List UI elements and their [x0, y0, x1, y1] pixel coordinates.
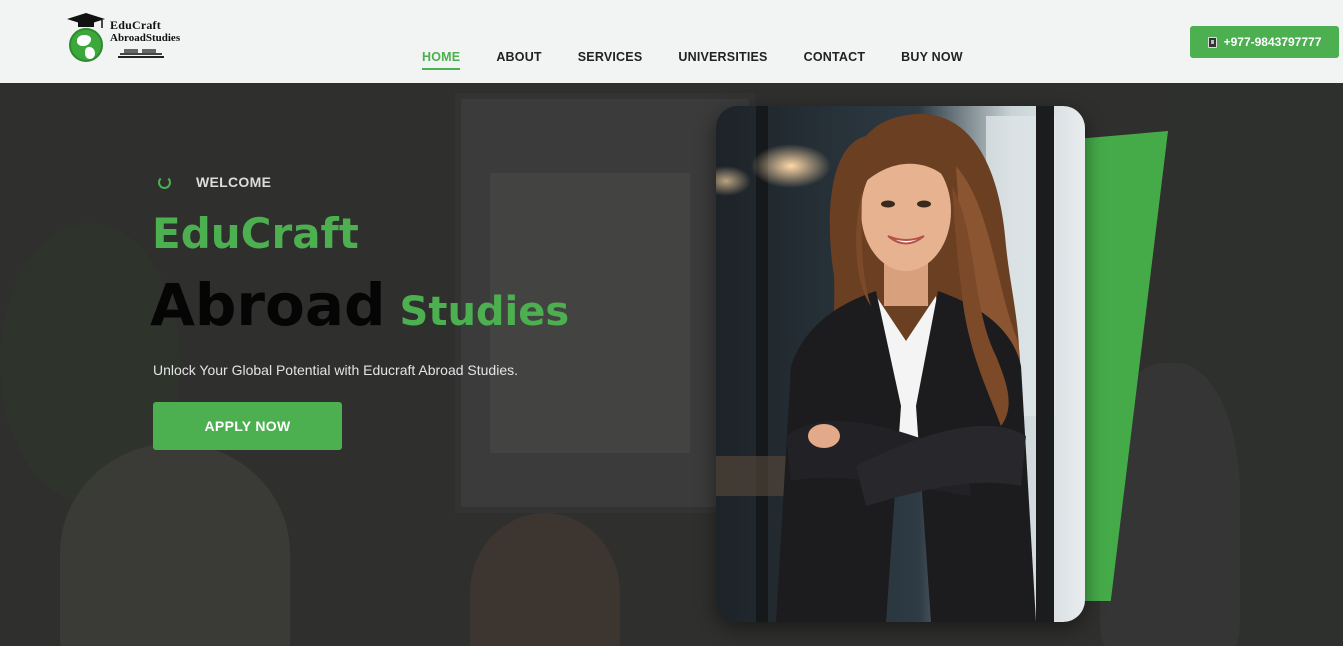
- hero-subtitle: Unlock Your Global Potential with Educra…: [153, 362, 518, 378]
- brand-logo[interactable]: EduCraft AbroadStudies: [66, 12, 196, 64]
- nav-home[interactable]: HOME: [422, 50, 461, 70]
- globe-icon: [69, 28, 103, 62]
- nav-buy-now[interactable]: BUY NOW: [901, 50, 963, 70]
- nav-services[interactable]: SERVICES: [578, 50, 643, 70]
- welcome-row: WELCOME: [158, 174, 271, 190]
- hero-title-studies: Studies: [399, 289, 570, 335]
- hero-title-line2: Abroad Studies: [150, 271, 569, 339]
- nav-contact[interactable]: CONTACT: [804, 50, 866, 70]
- nav-about[interactable]: ABOUT: [496, 50, 541, 70]
- logo-text-line1: EduCraft: [110, 18, 161, 32]
- logo-text-line2: AbroadStudies: [110, 32, 181, 44]
- hero-title-abroad: Abroad: [150, 271, 386, 339]
- apply-now-button[interactable]: APPLY NOW: [153, 402, 342, 450]
- woman-portrait-image: [716, 106, 1085, 622]
- hero-photo: [716, 106, 1085, 622]
- background-person: [60, 443, 290, 646]
- phone-icon: [1207, 36, 1217, 48]
- circle-icon: [158, 175, 171, 189]
- main-nav: HOME ABOUT SERVICES UNIVERSITIES CONTACT…: [404, 50, 981, 70]
- nav-universities[interactable]: UNIVERSITIES: [678, 50, 767, 70]
- background-person: [470, 513, 620, 646]
- phone-number: +977-9843797777: [1223, 35, 1322, 49]
- welcome-label: WELCOME: [196, 174, 272, 190]
- phone-button[interactable]: +977-9843797777: [1190, 26, 1339, 58]
- books-icon: [118, 49, 164, 58]
- hero-title-line1: EduCraft: [152, 209, 359, 258]
- hero-section: WELCOME EduCraft Abroad Studies Unlock Yo…: [0, 83, 1343, 646]
- site-header: EduCraft AbroadStudies HOME ABOUT SERVIC…: [0, 0, 1343, 83]
